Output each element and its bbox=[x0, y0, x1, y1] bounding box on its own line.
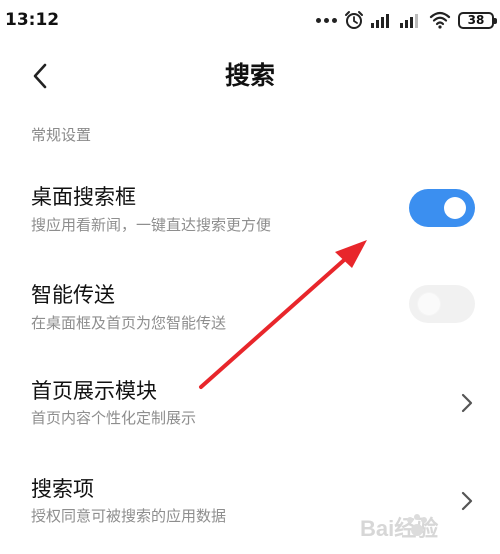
setting-title: 智能传送 bbox=[31, 283, 115, 307]
page-title: 搜索 bbox=[224, 61, 275, 90]
desktop-search-box-toggle[interactable] bbox=[409, 189, 475, 227]
alarm-clock-icon bbox=[345, 11, 363, 29]
baidu-jingyan-watermark-logo: Bai经验 bbox=[360, 514, 438, 541]
setting-title: 桌面搜索框 bbox=[31, 185, 136, 209]
setting-description: 在桌面框及首页为您智能传送 bbox=[31, 314, 227, 332]
setting-row-desktop-search-box[interactable]: 桌面搜索框 搜应用看新闻，一键直达搜索更方便 bbox=[0, 170, 500, 268]
wifi-icon bbox=[429, 11, 451, 29]
chevron-right-icon bbox=[461, 491, 473, 511]
toggle-knob bbox=[418, 293, 440, 315]
smart-send-toggle[interactable] bbox=[409, 285, 475, 323]
status-icons: 38 bbox=[306, 9, 497, 31]
setting-description: 授权同意可被搜索的应用数据 bbox=[31, 507, 227, 525]
status-bar: 13:12 38 bbox=[0, 0, 500, 40]
section-title: 常规设置 bbox=[31, 126, 92, 144]
setting-description: 首页内容个性化定制展示 bbox=[31, 409, 197, 427]
setting-title: 搜索项 bbox=[31, 477, 94, 501]
setting-row-smart-send[interactable]: 智能传送 在桌面框及首页为您智能传送 bbox=[0, 268, 500, 366]
signal-strength-1-icon bbox=[371, 14, 389, 28]
setting-title: 首页展示模块 bbox=[31, 379, 157, 403]
header: 搜索 bbox=[0, 40, 500, 112]
more-notifications-icon bbox=[313, 17, 337, 23]
status-time: 13:12 bbox=[5, 10, 60, 30]
settings-screen: 13:12 38 搜索 常规设置 桌面搜索框 搜应用看新闻，一键直达搜索更方便 … bbox=[0, 0, 500, 554]
toggle-knob bbox=[444, 197, 466, 219]
battery-indicator: 38 bbox=[458, 11, 497, 29]
signal-strength-2-icon bbox=[400, 14, 418, 28]
setting-row-homepage-modules[interactable]: 首页展示模块 首页内容个性化定制展示 bbox=[0, 366, 500, 464]
setting-description: 搜应用看新闻，一键直达搜索更方便 bbox=[31, 216, 272, 234]
chevron-right-icon bbox=[461, 393, 473, 413]
